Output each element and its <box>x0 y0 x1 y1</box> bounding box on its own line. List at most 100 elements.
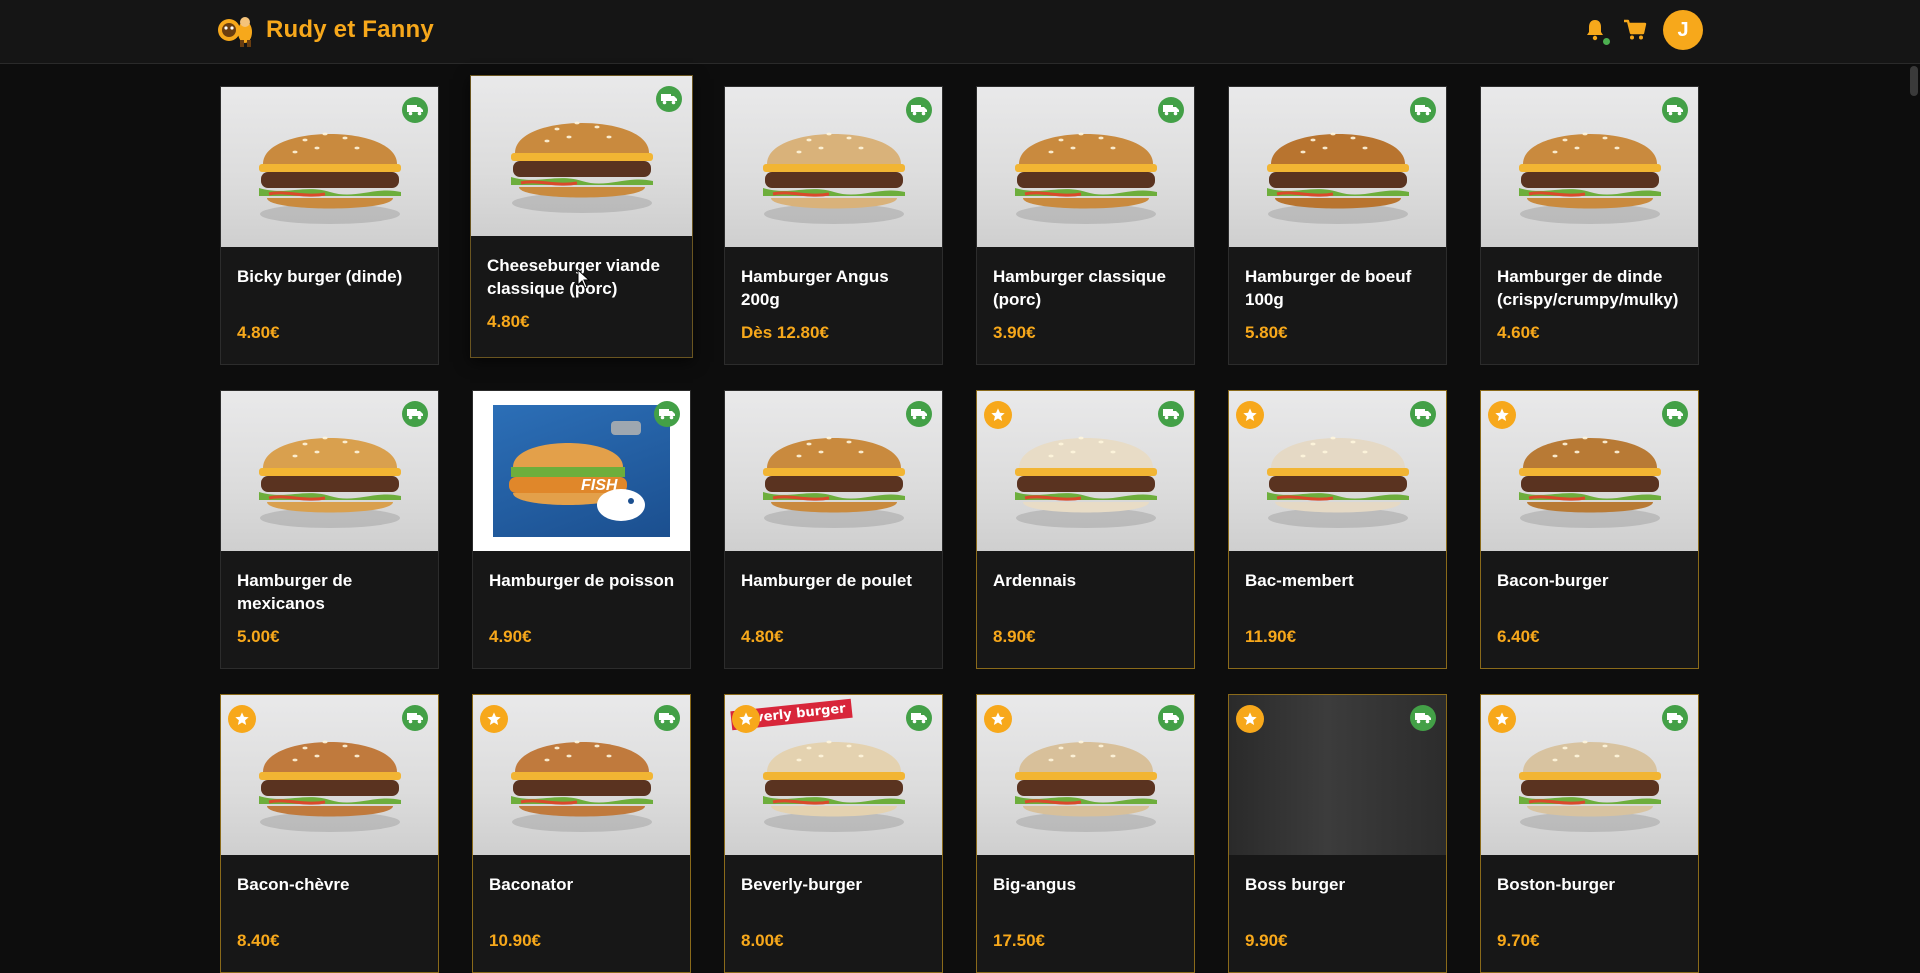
product-card-hamburger-de-mexicanos[interactable]: Hamburger de mexicanos 5.00€ <box>220 390 439 669</box>
product-name: Boston-burger <box>1497 875 1616 894</box>
brand-logo-icon <box>218 17 252 47</box>
product-name: Boss burger <box>1245 875 1346 894</box>
truck-icon <box>659 409 675 420</box>
product-image[interactable] <box>221 87 438 247</box>
product-info: Bacon-chèvre 8.40€ <box>221 855 438 972</box>
product-price: 5.80€ <box>1245 323 1288 342</box>
delivery-badge <box>906 705 932 731</box>
truck-icon <box>1415 409 1431 420</box>
product-image[interactable] <box>977 87 1194 247</box>
delivery-badge <box>656 86 682 112</box>
product-card-cheeseburger-viande-classique-porc[interactable]: Cheeseburger viande classique (porc) 4.8… <box>470 75 693 358</box>
delivery-badge <box>1662 97 1688 123</box>
product-image[interactable]: FISH <box>473 391 690 551</box>
product-image[interactable]: beverly burger <box>725 695 942 855</box>
product-card-hamburger-classique-porc[interactable]: Hamburger classique (porc) 3.90€ <box>976 86 1195 365</box>
product-image[interactable] <box>1481 695 1698 855</box>
burger-image <box>258 132 401 224</box>
top-navigation-bar: Rudy et Fanny J <box>0 0 1920 64</box>
featured-badge <box>480 705 508 733</box>
product-price: 10.90€ <box>489 931 541 950</box>
product-name: Hamburger de poulet <box>741 571 912 590</box>
product-card-boss-burger[interactable]: Boss burger 9.90€ <box>1228 694 1447 973</box>
product-image[interactable] <box>725 87 942 247</box>
product-image[interactable] <box>1229 695 1446 855</box>
product-card-hamburger-de-poisson[interactable]: FISH Hamburger de poisson 4.90€ <box>472 390 691 669</box>
product-card-hamburger-de-boeuf-100g[interactable]: Hamburger de boeuf 100g 5.80€ <box>1228 86 1447 365</box>
product-card-bacon-chevre[interactable]: Bacon-chèvre 8.40€ <box>220 694 439 973</box>
notifications-button[interactable] <box>1583 18 1610 45</box>
product-info: Big-angus 17.50€ <box>977 855 1194 972</box>
product-card-bac-membert[interactable]: Bac-membert 11.90€ <box>1228 390 1447 669</box>
product-price: 8.90€ <box>993 627 1036 646</box>
cart-button[interactable] <box>1623 18 1647 42</box>
burger-image <box>1014 132 1157 224</box>
product-image[interactable] <box>473 695 690 855</box>
product-name: Hamburger de boeuf 100g <box>1245 267 1412 309</box>
fish-poster <box>493 405 670 537</box>
truck-icon <box>1667 409 1683 420</box>
product-name: Hamburger Angus 200g <box>741 267 889 309</box>
featured-badge <box>228 705 256 733</box>
product-info: Boston-burger 9.70€ <box>1481 855 1698 972</box>
product-card-ardennais[interactable]: Ardennais 8.90€ <box>976 390 1195 669</box>
burger-image <box>510 740 653 832</box>
product-image[interactable] <box>1229 391 1446 551</box>
product-card-baconator[interactable]: Baconator 10.90€ <box>472 694 691 973</box>
product-card-boston-burger[interactable]: Boston-burger 9.70€ <box>1480 694 1699 973</box>
product-name: Big-angus <box>993 875 1077 894</box>
brand-link[interactable]: Rudy et Fanny <box>216 12 434 48</box>
burger-image <box>258 740 401 832</box>
featured-badge <box>1488 401 1516 429</box>
product-name: Baconator <box>489 875 574 894</box>
product-card-hamburger-de-poulet[interactable]: Hamburger de poulet 4.80€ <box>724 390 943 669</box>
star-icon <box>1495 408 1509 421</box>
product-name: Hamburger de mexicanos <box>237 571 353 613</box>
delivery-badge <box>402 401 428 427</box>
product-price: 6.40€ <box>1497 627 1540 646</box>
product-image[interactable] <box>221 695 438 855</box>
product-image[interactable] <box>725 391 942 551</box>
product-image[interactable] <box>1481 391 1698 551</box>
product-price: 9.90€ <box>1245 931 1288 950</box>
truck-icon <box>407 713 423 724</box>
notification-dot <box>1603 38 1610 45</box>
delivery-badge <box>1410 401 1436 427</box>
truck-icon <box>911 409 927 420</box>
page-scrollbar[interactable] <box>1910 66 1918 96</box>
star-icon <box>1243 712 1257 725</box>
product-card-hamburger-angus-200g[interactable]: Hamburger Angus 200g Dès 12.80€ <box>724 86 943 365</box>
product-price: 9.70€ <box>1497 931 1540 950</box>
burger-image <box>762 436 905 528</box>
product-info: Boss burger 9.90€ <box>1229 855 1446 972</box>
featured-badge <box>984 705 1012 733</box>
product-name: Bac-membert <box>1245 571 1354 590</box>
user-avatar-button[interactable]: J <box>1663 10 1703 50</box>
product-card-beverly-burger[interactable]: beverly burger Beverly-burger 8.00€ <box>724 694 943 973</box>
truck-icon <box>1163 713 1179 724</box>
fish-burger-illustration <box>509 421 645 521</box>
product-image[interactable] <box>1481 87 1698 247</box>
product-info: Hamburger classique (porc) 3.90€ <box>977 247 1194 364</box>
burger-image <box>1518 132 1661 224</box>
product-card-bacon-burger[interactable]: Bacon-burger 6.40€ <box>1480 390 1699 669</box>
truck-icon <box>1415 105 1431 116</box>
product-image[interactable] <box>471 76 692 236</box>
product-card-big-angus[interactable]: Big-angus 17.50€ <box>976 694 1195 973</box>
product-info: Beverly-burger 8.00€ <box>725 855 942 972</box>
product-image[interactable] <box>1229 87 1446 247</box>
product-image[interactable] <box>977 695 1194 855</box>
product-price: 17.50€ <box>993 931 1045 950</box>
product-card-hamburger-de-dinde-crispy-crumpy-mulky[interactable]: Hamburger de dinde (crispy/crumpy/mulky)… <box>1480 86 1699 365</box>
product-image[interactable] <box>977 391 1194 551</box>
featured-badge <box>1236 705 1264 733</box>
truck-icon <box>1667 713 1683 724</box>
product-name: Bacon-burger <box>1497 571 1609 590</box>
delivery-badge <box>1158 401 1184 427</box>
product-card-bicky-burger-dinde[interactable]: Bicky burger (dinde) 4.80€ <box>220 86 439 365</box>
featured-badge <box>732 705 760 733</box>
product-info: Baconator 10.90€ <box>473 855 690 972</box>
product-info: Bacon-burger 6.40€ <box>1481 551 1698 668</box>
product-image[interactable] <box>221 391 438 551</box>
product-name: Hamburger de dinde (crispy/crumpy/mulky) <box>1497 267 1679 309</box>
